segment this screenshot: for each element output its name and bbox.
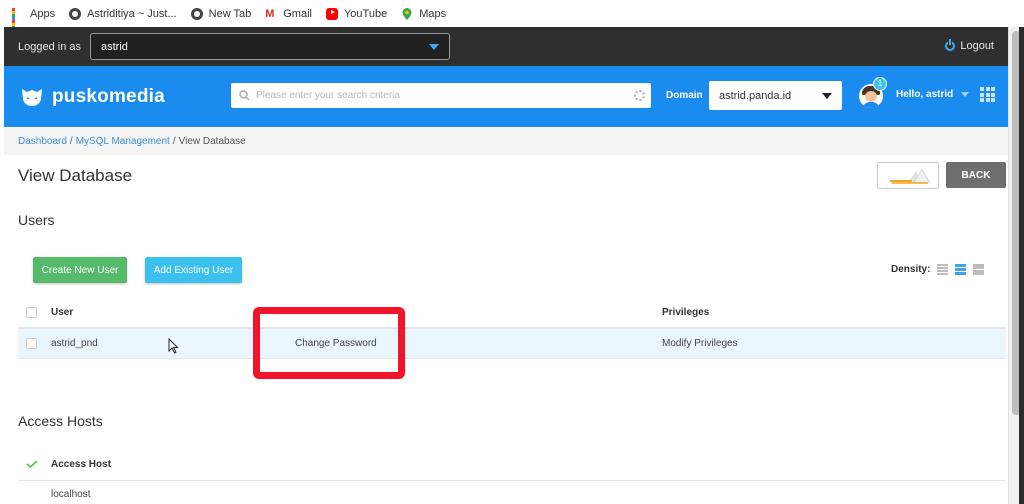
density-compact-icon[interactable] <box>937 264 949 275</box>
chevron-down-icon <box>961 92 970 97</box>
mouse-cursor-icon <box>168 338 179 354</box>
density-label: Density: <box>891 264 931 275</box>
column-header-access-host: Access Host <box>51 459 112 470</box>
search-icon <box>239 90 250 101</box>
user-name: astrid_pnd <box>51 338 98 349</box>
account-bar: Logged in as astrid Logout <box>4 27 1008 66</box>
add-existing-user-button[interactable]: Add Existing User <box>145 257 242 283</box>
bookmarks-bar: Apps Astriditiya ~ Just... New Tab M Gma… <box>0 0 1024 35</box>
domain-label: Domain <box>666 90 703 101</box>
bookmark-astriditiya[interactable]: Astriditiya ~ Just... <box>69 7 177 20</box>
page-title: View Database <box>18 166 133 185</box>
density-control: Density: <box>891 264 985 275</box>
highlight-annotation <box>253 307 405 379</box>
globe-icon <box>69 7 82 20</box>
select-all-checkbox[interactable] <box>26 307 37 318</box>
app-header: puskomedia Domain astrid.panda.id 1 Hell… <box>4 66 1008 127</box>
breadcrumb-current: View Database <box>178 135 246 147</box>
maps-icon <box>402 7 412 20</box>
chevron-down-icon <box>429 43 439 50</box>
check-icon[interactable] <box>26 460 38 468</box>
bookmark-label: YouTube <box>343 7 388 20</box>
logo-mark-icon <box>22 88 42 106</box>
bookmark-label: Apps <box>30 7 56 20</box>
modify-privileges-link[interactable]: Modify Privileges <box>662 338 738 349</box>
notification-badge[interactable]: 1 <box>873 77 887 91</box>
logged-in-label: Logged in as <box>18 40 81 53</box>
table-row: astrid_pnd Change Password Modify Privil… <box>18 328 1006 359</box>
brand-name: puskomedia <box>52 85 165 107</box>
column-header-privileges: Privileges <box>662 306 710 318</box>
apps-grid-icon[interactable] <box>980 87 995 102</box>
bookmark-new-tab[interactable]: New Tab <box>190 7 252 20</box>
back-button[interactable]: BACK <box>946 162 1006 188</box>
account-value: astrid <box>101 40 128 53</box>
table-header-row: User Privileges <box>18 297 1006 328</box>
bookmark-youtube[interactable]: YouTube <box>325 7 388 20</box>
globe-icon <box>190 7 203 20</box>
gear-icon[interactable] <box>634 90 645 101</box>
search-input[interactable] <box>256 90 616 101</box>
phpmyadmin-button[interactable] <box>877 162 939 189</box>
density-comfortable-icon[interactable] <box>973 264 985 275</box>
breadcrumb: Dashboard / MySQL Management / View Data… <box>4 127 1008 155</box>
create-new-user-button[interactable]: Create New User <box>33 257 127 283</box>
bookmark-label: Astriditiya ~ Just... <box>87 7 177 20</box>
phpmyadmin-logo-icon <box>890 168 931 184</box>
brand-logo[interactable]: puskomedia <box>20 86 165 108</box>
density-standard-icon[interactable] <box>955 264 967 275</box>
chevron-down-icon <box>822 92 832 99</box>
search-box[interactable] <box>231 83 651 108</box>
power-icon <box>945 39 956 51</box>
greeting: Hello, astrid <box>896 89 954 100</box>
bookmark-label: Maps <box>419 7 447 20</box>
gmail-icon: M <box>265 7 275 20</box>
bookmark-apps[interactable]: Apps <box>12 7 56 35</box>
account-select[interactable]: astrid <box>90 33 450 60</box>
bookmark-gmail[interactable]: M Gmail <box>265 8 312 20</box>
bookmark-maps[interactable]: Maps <box>401 7 447 20</box>
breadcrumb-dashboard[interactable]: Dashboard <box>18 136 67 147</box>
column-header-user: User <box>51 306 74 318</box>
domain-select[interactable]: astrid.panda.id <box>709 81 842 110</box>
access-host-value: localhost <box>51 488 91 500</box>
apps-icon <box>12 7 24 35</box>
domain-value: astrid.panda.id <box>719 89 792 102</box>
access-hosts-section-title: Access Hosts <box>18 413 103 429</box>
row-checkbox[interactable] <box>26 338 37 349</box>
users-section-title: Users <box>18 212 55 228</box>
breadcrumb-mysql-management[interactable]: MySQL Management <box>76 136 170 147</box>
user-menu[interactable]: Hello, astrid <box>896 89 970 100</box>
youtube-icon <box>325 7 338 20</box>
bookmark-label: Gmail <box>283 7 312 20</box>
table-header-row: Access Host <box>18 449 1006 481</box>
window-edge <box>1019 27 1024 504</box>
bookmark-label: New Tab <box>208 7 252 20</box>
logout-link[interactable]: Logout <box>945 39 994 52</box>
table-row: localhost <box>18 481 1006 504</box>
logout-label: Logout <box>960 40 994 52</box>
